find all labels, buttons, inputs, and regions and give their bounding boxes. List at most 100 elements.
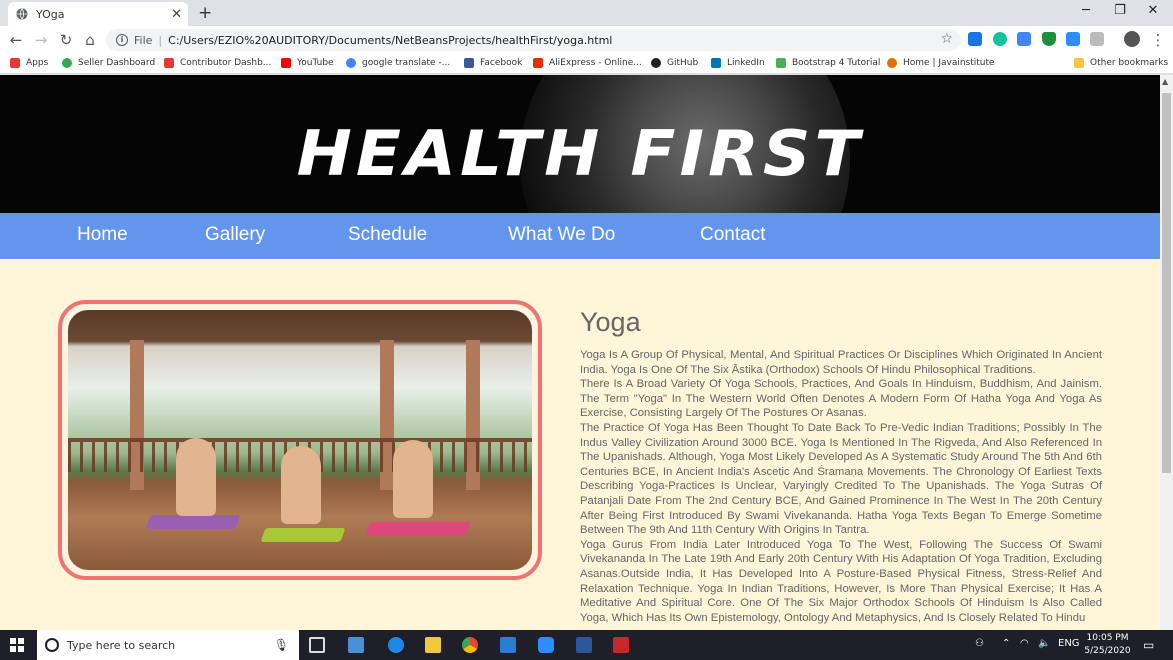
avatar[interactable] xyxy=(1124,31,1140,47)
info-icon[interactable]: i xyxy=(116,34,128,46)
url-separator: | xyxy=(158,33,163,47)
article-paragraph: The Practice Of Yoga Has Been Thought To… xyxy=(580,421,1102,537)
page-scrollbar[interactable]: ▲ xyxy=(1160,75,1173,630)
bookmark-label: Contributor Dashb... xyxy=(180,58,272,68)
apps-grid-icon xyxy=(10,58,20,68)
people-icon[interactable]: ⚇ xyxy=(975,638,984,649)
bookmark-github[interactable]: GitHub xyxy=(651,58,698,68)
bookmark-label: YouTube xyxy=(297,58,334,68)
bookmark-google-translate[interactable]: google translate -... xyxy=(346,58,450,68)
menu-gallery[interactable]: Gallery xyxy=(205,224,265,246)
bookmark-facebook[interactable]: Facebook xyxy=(464,58,522,68)
scroll-up-icon[interactable]: ▲ xyxy=(1162,77,1168,86)
yoga-mat xyxy=(145,515,241,529)
linkedin-icon xyxy=(711,58,721,68)
reload-icon[interactable]: ↻ xyxy=(56,31,76,49)
volume-icon[interactable]: 🔈 xyxy=(1038,638,1050,649)
other-bookmarks[interactable]: Other bookmarks xyxy=(1074,58,1168,68)
browser-tab[interactable]: YOga ✕ xyxy=(8,2,188,26)
yoga-person xyxy=(281,446,321,524)
shield-icon[interactable] xyxy=(1042,32,1056,46)
yoga-mat xyxy=(260,528,346,542)
menu-home[interactable]: Home xyxy=(77,224,128,246)
bookmark-javainstitute[interactable]: Home | Javainstitute xyxy=(887,58,995,68)
home-icon[interactable]: ⌂ xyxy=(80,31,100,49)
browser-toolbar: ← → ↻ ⌂ i File | C:/Users/EZIO%20AUDITOR… xyxy=(0,26,1173,54)
grammarly-icon[interactable] xyxy=(993,32,1007,46)
bookmark-aliexpress[interactable]: AliExpress - Online... xyxy=(533,58,642,68)
other-bookmarks-label: Other bookmarks xyxy=(1090,58,1169,68)
bookmark-label: AliExpress - Online... xyxy=(549,58,642,68)
scroll-thumb[interactable] xyxy=(1162,93,1171,473)
youtube-icon xyxy=(281,58,291,68)
bookmark-label: Home | Javainstitute xyxy=(903,58,995,68)
menu-schedule[interactable]: Schedule xyxy=(348,224,427,246)
windows-start-icon[interactable] xyxy=(10,638,24,652)
zoom-app-icon[interactable] xyxy=(538,637,554,653)
chrome-icon[interactable] xyxy=(462,637,478,653)
bookmark-apps[interactable]: Apps xyxy=(10,58,48,68)
tab-close-icon[interactable]: ✕ xyxy=(171,7,182,22)
taskbar-clock[interactable]: 10:05 PM 5/25/2020 xyxy=(1080,632,1135,658)
facebook-icon xyxy=(464,58,474,68)
close-window-button[interactable]: ✕ xyxy=(1133,3,1173,18)
notification-icon[interactable]: ▭ xyxy=(1143,638,1154,652)
address-bar[interactable]: i File | C:/Users/EZIO%20AUDITORY/Docume… xyxy=(106,29,961,51)
extension-puzzle-icon[interactable] xyxy=(1090,32,1104,46)
globe-icon xyxy=(16,8,28,20)
url-text[interactable]: C:/Users/EZIO%20AUDITORY/Documents/NetBe… xyxy=(168,34,612,47)
browser-titlebar: YOga ✕ + ─ ❐ ✕ xyxy=(0,0,1173,26)
yoga-person xyxy=(393,440,433,518)
bookmark-seller-dashboard[interactable]: Seller Dashboard xyxy=(62,58,155,68)
site-logo-title: HEALTH FIRST xyxy=(296,116,864,191)
folder-icon xyxy=(1074,58,1084,68)
bookmark-star-icon[interactable]: ☆ xyxy=(940,31,953,47)
bookmark-label: GitHub xyxy=(667,58,699,68)
wifi-icon[interactable]: ◠ xyxy=(1020,638,1029,649)
new-tab-button[interactable]: + xyxy=(198,3,212,23)
tray-chevron-icon[interactable]: ⌃ xyxy=(1002,638,1010,649)
language-indicator[interactable]: ENG xyxy=(1058,638,1080,649)
yoga-photo-frame xyxy=(58,300,542,580)
taskbar-search[interactable]: Type here to search 🎙 xyxy=(37,630,299,660)
yoga-person xyxy=(176,438,216,516)
menu-what-we-do[interactable]: What We Do xyxy=(508,224,615,246)
extension-icon[interactable] xyxy=(968,32,982,46)
bookmark-label: Apps xyxy=(26,58,49,68)
yoga-photo xyxy=(68,310,532,570)
clock-date: 5/25/2020 xyxy=(1084,646,1131,656)
bookmark-linkedin[interactable]: LinkedIn xyxy=(711,58,765,68)
shutterstock-icon xyxy=(164,58,174,68)
bookmark-contributor-dashboard[interactable]: Contributor Dashb... xyxy=(164,58,271,68)
edge-icon[interactable] xyxy=(388,637,404,653)
zoom-icon[interactable] xyxy=(1066,32,1080,46)
menu-contact[interactable]: Contact xyxy=(700,224,765,246)
article-title: Yoga xyxy=(580,307,641,337)
menu-dots-icon[interactable]: ⋮ xyxy=(1148,31,1168,49)
google-translate-icon[interactable] xyxy=(1017,32,1031,46)
back-arrow-icon[interactable]: ← xyxy=(6,31,26,49)
google-icon xyxy=(346,58,356,68)
store-icon[interactable] xyxy=(348,637,364,653)
word-icon[interactable] xyxy=(576,637,592,653)
bookmark-label: google translate -... xyxy=(362,58,451,68)
article-paragraph: Yoga Gurus From India Later Introduced Y… xyxy=(580,538,1102,624)
bookmark-label: Facebook xyxy=(480,58,523,68)
bookmark-label: LinkedIn xyxy=(727,58,765,68)
bookmark-youtube[interactable]: YouTube xyxy=(281,58,334,68)
seller-icon xyxy=(62,58,72,68)
article-paragraph: Yoga Is A Group Of Physical, Mental, And… xyxy=(580,349,1102,376)
url-scheme: File xyxy=(134,33,153,47)
mail-icon[interactable] xyxy=(500,637,516,653)
microphone-icon[interactable]: 🎙 xyxy=(274,638,289,652)
file-explorer-icon[interactable] xyxy=(425,637,441,653)
cortana-icon xyxy=(45,638,59,652)
bookmark-bootstrap[interactable]: Bootstrap 4 Tutorial xyxy=(776,58,880,68)
clock-time: 10:05 PM xyxy=(1086,633,1129,643)
task-view-icon[interactable] xyxy=(309,637,325,653)
taskbar-search-placeholder: Type here to search xyxy=(67,638,176,652)
java-icon xyxy=(887,58,897,68)
acrobat-icon[interactable] xyxy=(613,637,629,653)
forward-arrow-icon[interactable]: → xyxy=(31,31,51,49)
hero-banner: HEALTH FIRST xyxy=(0,75,1160,213)
